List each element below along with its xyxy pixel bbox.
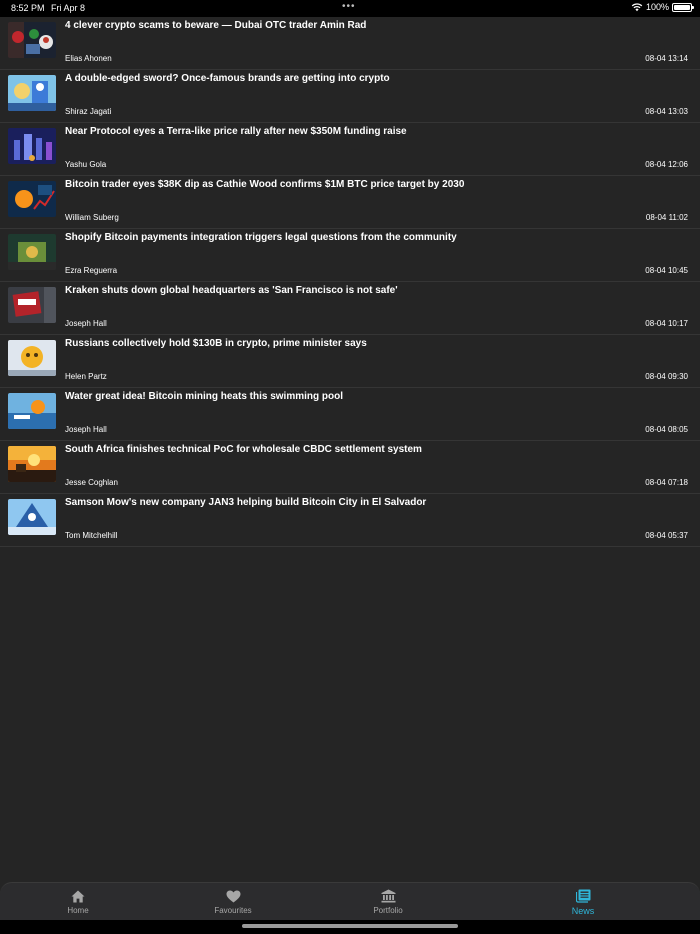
news-item[interactable]: Shopify Bitcoin payments integration tri… — [0, 229, 700, 282]
article-thumbnail — [8, 22, 56, 58]
article-title: Bitcoin trader eyes $38K dip as Cathie W… — [65, 179, 465, 190]
bank-icon — [381, 889, 395, 903]
article-author: Elias Ahonen — [65, 54, 112, 63]
heart-icon — [226, 890, 240, 902]
article-author: Shiraz Jagati — [65, 107, 112, 116]
article-author: Jesse Coghlan — [65, 478, 118, 487]
article-title: A double-edged sword? Once-famous brands… — [65, 73, 390, 84]
article-thumbnail — [8, 287, 56, 323]
article-author: Tom Mitchelhill — [65, 531, 118, 540]
article-thumbnail — [8, 234, 56, 270]
article-author: Helen Partz — [65, 372, 107, 381]
tab-label: News — [571, 906, 595, 916]
tab-news[interactable]: News — [538, 888, 628, 916]
article-thumbnail — [8, 446, 56, 482]
news-item[interactable]: Kraken shuts down global headquarters as… — [0, 282, 700, 335]
news-item[interactable]: Samson Mow's new company JAN3 helping bu… — [0, 494, 700, 547]
article-title: Shopify Bitcoin payments integration tri… — [65, 232, 457, 243]
article-time: 08-04 11:02 — [645, 213, 688, 222]
status-bar: 8:52 PM Fri Apr 8 ••• 100% — [0, 0, 700, 17]
home-icon — [71, 890, 85, 902]
multitasking-dots[interactable]: ••• — [342, 1, 356, 12]
article-title: Kraken shuts down global headquarters as… — [65, 285, 398, 296]
home-indicator[interactable] — [242, 924, 458, 928]
tab-portfolio[interactable]: Portfolio — [343, 888, 433, 915]
article-title: Water great idea! Bitcoin mining heats t… — [65, 391, 343, 402]
article-time: 08-04 13:14 — [645, 54, 688, 63]
battery-level — [674, 4, 690, 10]
newspaper-icon — [575, 889, 590, 903]
tab-label: Favourites — [214, 906, 252, 915]
article-thumbnail — [8, 499, 56, 535]
article-time: 08-04 10:45 — [645, 266, 688, 275]
battery-percent: 100% — [645, 2, 669, 12]
tab-label: Home — [67, 906, 89, 915]
battery-icon — [672, 2, 694, 12]
article-time: 08-04 13:03 — [645, 107, 688, 116]
article-author: Yashu Gola — [65, 160, 107, 169]
status-time: 8:52 PM — [11, 3, 45, 13]
article-title: Russians collectively hold $130B in cryp… — [65, 338, 367, 349]
news-list[interactable]: 4 clever crypto scams to beware — Dubai … — [0, 17, 700, 547]
wifi-icon — [631, 3, 643, 12]
article-time: 08-04 07:18 — [645, 478, 688, 487]
article-time: 08-04 10:17 — [645, 319, 688, 328]
news-item[interactable]: Bitcoin trader eyes $38K dip as Cathie W… — [0, 176, 700, 229]
article-title: South Africa finishes technical PoC for … — [65, 444, 422, 455]
article-thumbnail — [8, 128, 56, 164]
tab-bar: Home Favourites Portfolio News — [0, 882, 700, 920]
news-item[interactable]: A double-edged sword? Once-famous brands… — [0, 70, 700, 123]
article-time: 08-04 05:37 — [645, 531, 688, 540]
article-title: Samson Mow's new company JAN3 helping bu… — [65, 497, 427, 508]
news-item[interactable]: 4 clever crypto scams to beware — Dubai … — [0, 17, 700, 70]
article-title: 4 clever crypto scams to beware — Dubai … — [65, 20, 367, 31]
tab-label: Portfolio — [373, 906, 403, 915]
article-author: William Suberg — [65, 213, 119, 222]
news-item[interactable]: South Africa finishes technical PoC for … — [0, 441, 700, 494]
news-item[interactable]: Water great idea! Bitcoin mining heats t… — [0, 388, 700, 441]
article-thumbnail — [8, 75, 56, 111]
article-author: Ezra Reguerra — [65, 266, 118, 275]
news-item[interactable]: Near Protocol eyes a Terra-like price ra… — [0, 123, 700, 176]
article-time: 08-04 08:05 — [645, 425, 688, 434]
tab-favourites[interactable]: Favourites — [188, 888, 278, 915]
article-thumbnail — [8, 340, 56, 376]
status-date: Fri Apr 8 — [51, 3, 86, 13]
article-author: Joseph Hall — [65, 319, 107, 328]
status-right: 100% — [631, 2, 694, 12]
article-time: 08-04 09:30 — [645, 372, 688, 381]
article-thumbnail — [8, 181, 56, 217]
article-thumbnail — [8, 393, 56, 429]
news-item[interactable]: Russians collectively hold $130B in cryp… — [0, 335, 700, 388]
tab-home[interactable]: Home — [33, 888, 123, 915]
article-author: Joseph Hall — [65, 425, 107, 434]
article-time: 08-04 12:06 — [645, 160, 688, 169]
article-title: Near Protocol eyes a Terra-like price ra… — [65, 126, 407, 137]
